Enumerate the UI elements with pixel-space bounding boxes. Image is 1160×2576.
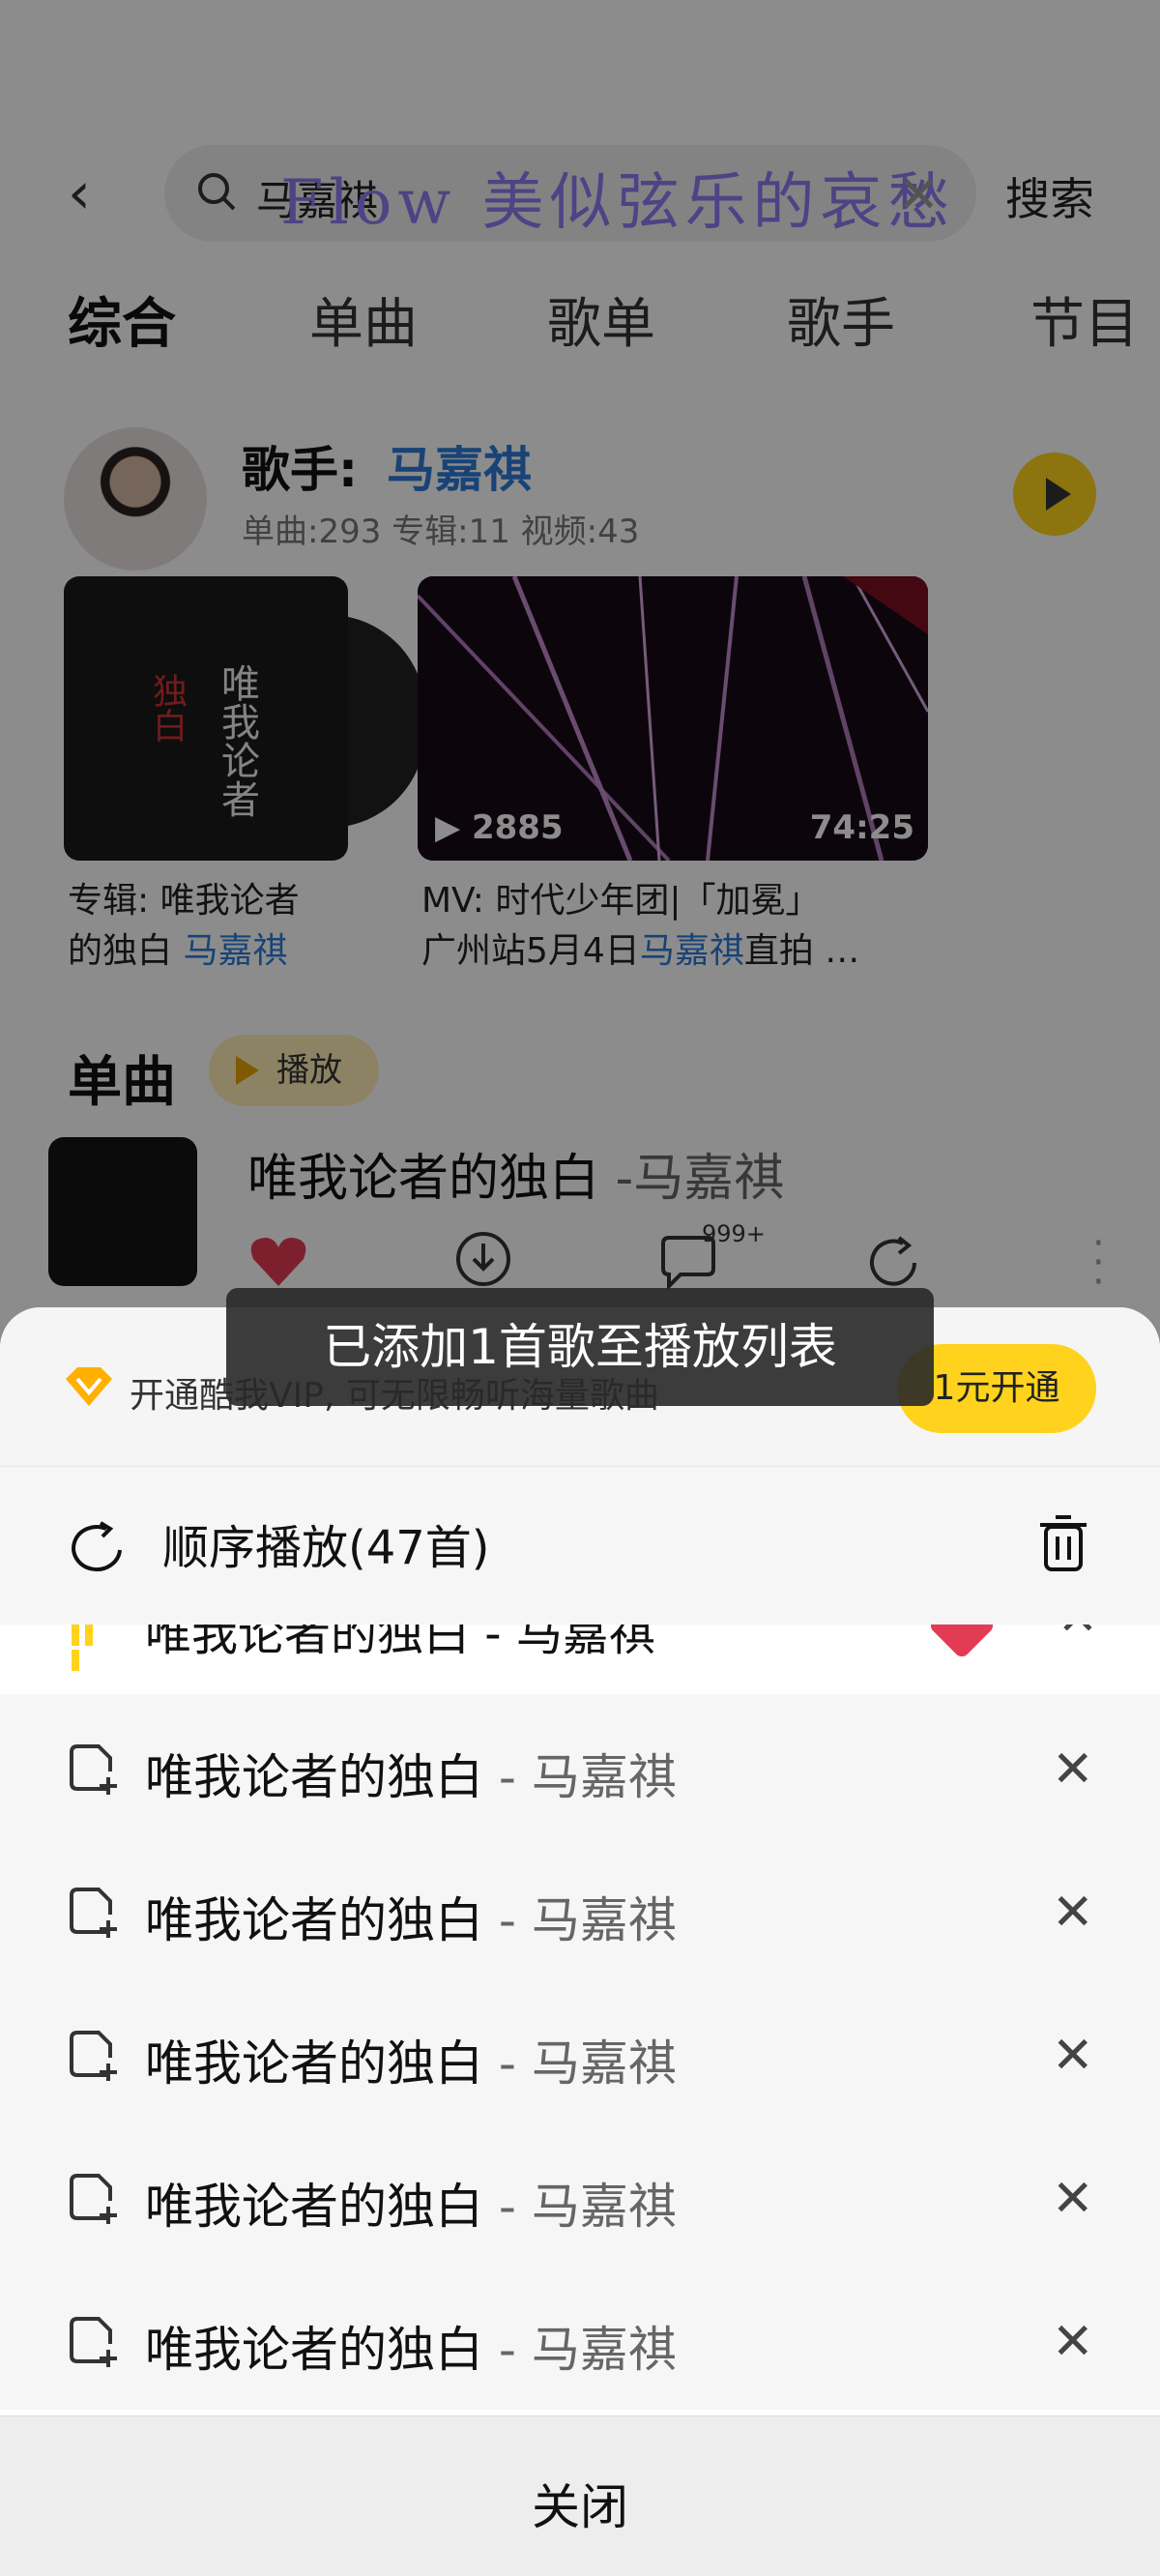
- loop-icon[interactable]: [68, 1521, 130, 1575]
- heart-icon[interactable]: [927, 1625, 997, 1660]
- add-to-playlist-icon[interactable]: [68, 2172, 122, 2226]
- remove-icon[interactable]: ✕: [1052, 2170, 1094, 2228]
- remove-icon[interactable]: ✕: [1052, 1884, 1094, 1942]
- close-button[interactable]: 关闭: [0, 2469, 1160, 2538]
- list-item-title: 唯我论者的独白 - 马嘉祺: [145, 1749, 677, 1805]
- list-item[interactable]: 唯我论者的独白 - 马嘉祺 ✕: [0, 1841, 1160, 1984]
- add-to-playlist-icon[interactable]: [68, 1886, 122, 1940]
- play-mode-bar: 顺序播放(47首): [0, 1466, 1160, 1625]
- toast-message: 已添加1首歌至播放列表: [226, 1288, 934, 1406]
- remove-icon[interactable]: ✕: [1052, 2313, 1094, 2371]
- list-item-title: 唯我论者的独白 - 马嘉祺: [145, 2179, 677, 2235]
- list-item-title: 唯我论者的独白 - 马嘉祺: [145, 1892, 677, 1948]
- add-to-playlist-icon[interactable]: [68, 2029, 122, 2083]
- remove-icon[interactable]: ✕: [1052, 2027, 1094, 2085]
- add-to-playlist-icon[interactable]: [68, 1742, 122, 1797]
- add-to-playlist-icon[interactable]: [68, 2315, 122, 2369]
- play-mode-text[interactable]: 顺序播放(47首): [162, 1509, 490, 1577]
- list-item-title: 唯我论者的独白 - 马嘉祺: [145, 2035, 677, 2092]
- remove-icon[interactable]: ✕: [1058, 1625, 1098, 1646]
- list-item-title: 唯我论者的独白 - 马嘉祺: [145, 2322, 677, 2378]
- playing-indicator-icon: [72, 1625, 110, 1671]
- playlist-list: 唯我论者的独白 - 马嘉祺 ✕ 唯我论者的独白 - 马嘉祺 ✕ 唯我论者的独白 …: [0, 1694, 1160, 2410]
- vip-diamond-icon: [66, 1367, 112, 1406]
- remove-icon[interactable]: ✕: [1052, 1741, 1094, 1799]
- playlist-sheet: 开通酷我VIP, 可无限畅听海量歌曲 1元开通 顺序播放(47首) 唯我论者的独…: [0, 1307, 1160, 2576]
- close-bar[interactable]: 关闭: [0, 2415, 1160, 2576]
- trash-icon[interactable]: [1040, 1513, 1087, 1573]
- list-item[interactable]: 唯我论者的独白 - 马嘉祺 ✕: [0, 2270, 1160, 2414]
- current-song-row[interactable]: 唯我论者的独白 - 马嘉祺 ✕: [0, 1625, 1160, 1694]
- current-song-title: 唯我论者的独白 - 马嘉祺: [145, 1625, 655, 1661]
- list-item[interactable]: 唯我论者的独白 - 马嘉祺 ✕: [0, 1698, 1160, 1841]
- list-item[interactable]: 唯我论者的独白 - 马嘉祺 ✕: [0, 2127, 1160, 2270]
- list-item[interactable]: 唯我论者的独白 - 马嘉祺 ✕: [0, 1984, 1160, 2127]
